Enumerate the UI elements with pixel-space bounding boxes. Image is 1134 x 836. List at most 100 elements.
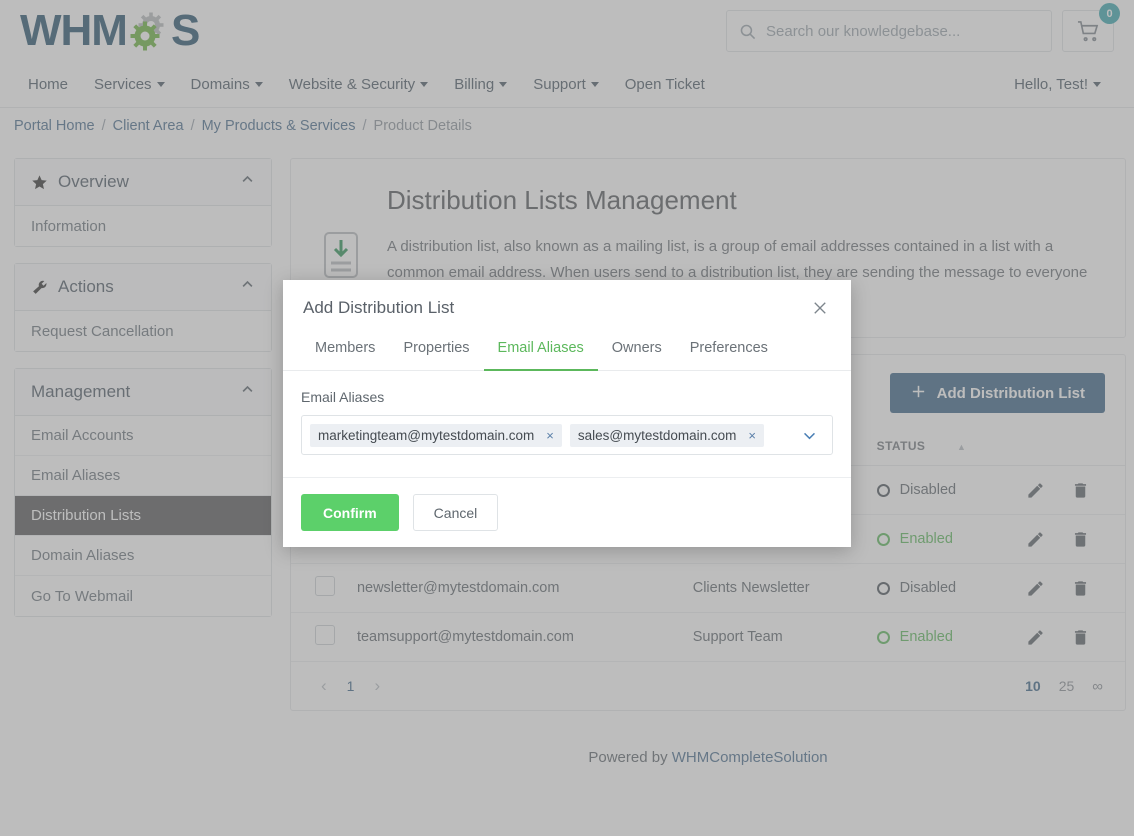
tab-email-aliases[interactable]: Email Aliases [484,330,598,371]
sidebar-panel-title: Overview [58,172,129,192]
page-size-all[interactable]: ∞ [1092,678,1103,695]
sort-ascending-icon[interactable]: ▲ [957,442,966,452]
sidebar-panel-header-overview[interactable]: Overview [15,159,271,206]
sidebar-item-label: Email Aliases [31,467,120,484]
add-button-label: Add Distribution List [937,385,1085,402]
cart-badge: 0 [1099,3,1120,24]
knowledgebase-search[interactable] [726,10,1052,52]
add-distribution-list-button[interactable]: Add Distribution List [890,373,1105,413]
nav-label: Home [28,62,68,108]
account-menu[interactable]: Hello, Test! [1001,62,1114,108]
edit-pencil-icon[interactable] [1026,628,1045,647]
chevron-down-icon[interactable] [801,427,824,444]
row-checkbox-cell[interactable] [291,564,347,613]
chevron-down-icon [499,82,507,87]
row-checkbox-cell[interactable] [291,613,347,662]
delete-trash-icon[interactable] [1071,628,1090,647]
edit-pencil-icon[interactable] [1026,481,1045,500]
sidebar-item-go-to-webmail[interactable]: Go To Webmail [15,576,271,616]
sidebar-item-label: Distribution Lists [31,507,141,524]
footer-link-whmcs[interactable]: WHMCompleteSolution [672,749,828,766]
sidebar-item-information[interactable]: Information [15,206,271,246]
modal-footer: Confirm Cancel [283,477,851,547]
tab-preferences[interactable]: Preferences [676,330,782,371]
sidebar-item-label: Request Cancellation [31,323,174,340]
nav-label: Billing [454,62,494,108]
email-alias-tag[interactable]: sales@mytestdomain.com × [570,424,764,447]
breadcrumb-my-products-services[interactable]: My Products & Services [202,118,356,134]
chevron-up-icon [240,382,255,402]
breadcrumb-separator: / [363,118,367,134]
email-aliases-input[interactable]: marketingteam@mytestdomain.com × sales@m… [301,415,833,455]
remove-tag-icon[interactable]: × [748,428,756,443]
status-circle-icon [877,484,890,497]
delete-trash-icon[interactable] [1071,579,1090,598]
nav-item-website-security[interactable]: Website & Security [276,62,441,108]
nav-label: Open Ticket [625,62,705,108]
row-checkbox[interactable] [315,576,335,596]
page-size-25[interactable]: 25 [1059,678,1075,694]
tab-properties[interactable]: Properties [389,330,483,371]
table-row[interactable]: teamsupport@mytestdomain.com Support Tea… [291,613,1125,662]
row-actions-cell [1016,466,1125,515]
chevron-down-icon [157,82,165,87]
nav-label: Support [533,62,586,108]
table-row[interactable]: newsletter@mytestdomain.com Clients News… [291,564,1125,613]
sidebar-panel-header-actions[interactable]: Actions [15,264,271,311]
search-input[interactable] [766,23,1039,40]
sidebar-item-distribution-lists[interactable]: Distribution Lists [15,496,271,536]
breadcrumb-portal-home[interactable]: Portal Home [14,118,95,134]
nav-item-services[interactable]: Services [81,62,178,108]
sidebar-panel-header-management[interactable]: Management [15,369,271,416]
delete-trash-icon[interactable] [1071,530,1090,549]
breadcrumb-separator: / [102,118,106,134]
nav-label: Services [94,62,152,108]
row-checkbox[interactable] [315,625,335,645]
page-size-10[interactable]: 10 [1025,678,1041,694]
sidebar-item-label: Email Accounts [31,427,134,444]
col-header-actions [1016,427,1125,466]
nav-item-domains[interactable]: Domains [178,62,276,108]
sidebar-item-request-cancellation[interactable]: Request Cancellation [15,311,271,351]
chevron-up-icon [240,172,255,192]
tag-label: sales@mytestdomain.com [578,428,737,443]
nav-item-home[interactable]: Home [20,62,81,108]
page-size-options: 10 25 ∞ [1025,678,1103,695]
col-header-status[interactable]: STATUS ▲ [867,427,1016,466]
nav-item-open-ticket[interactable]: Open Ticket [612,62,718,108]
nav-item-support[interactable]: Support [520,62,612,108]
confirm-button[interactable]: Confirm [301,494,399,531]
sidebar-item-label: Go To Webmail [31,588,133,605]
sidebar-item-label: Domain Aliases [31,547,134,564]
breadcrumb-client-area[interactable]: Client Area [113,118,184,134]
remove-tag-icon[interactable]: × [546,428,554,443]
breadcrumb: Portal Home / Client Area / My Products … [0,108,1134,144]
pagination-next[interactable]: › [366,676,388,696]
sidebar-item-email-accounts[interactable]: Email Accounts [15,416,271,456]
sidebar-item-label: Information [31,218,106,235]
tab-members[interactable]: Members [301,330,389,371]
account-label: Hello, Test! [1014,62,1088,108]
pagination-page-1[interactable]: 1 [335,678,367,694]
tab-owners[interactable]: Owners [598,330,676,371]
delete-trash-icon[interactable] [1071,481,1090,500]
edit-pencil-icon[interactable] [1026,530,1045,549]
status-badge: Disabled [877,580,1006,596]
pagination: ‹ 1 › 10 25 ∞ [291,662,1125,710]
tab-label: Properties [403,340,469,356]
chevron-down-icon [1093,82,1101,87]
email-alias-tag[interactable]: marketingteam@mytestdomain.com × [310,424,562,447]
edit-pencil-icon[interactable] [1026,579,1045,598]
pagination-prev[interactable]: ‹ [313,676,335,696]
sidebar-item-email-aliases[interactable]: Email Aliases [15,456,271,496]
close-icon[interactable] [811,299,829,317]
cart-button[interactable]: 0 [1062,10,1114,52]
nav-item-billing[interactable]: Billing [441,62,520,108]
nav-label: Website & Security [289,62,415,108]
cancel-button[interactable]: Cancel [413,494,499,531]
whmcs-logo[interactable]: WHMS [20,9,199,53]
modal-tabs: Members Properties Email Aliases Owners … [283,330,851,371]
chevron-down-icon [420,82,428,87]
sidebar-item-domain-aliases[interactable]: Domain Aliases [15,536,271,576]
plus-icon [910,383,927,404]
